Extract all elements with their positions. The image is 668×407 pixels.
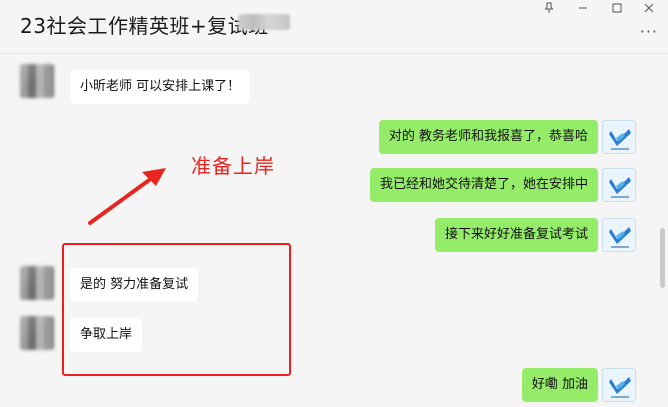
annotation-highlight-box: [62, 243, 291, 376]
scrollbar[interactable]: [660, 228, 665, 288]
